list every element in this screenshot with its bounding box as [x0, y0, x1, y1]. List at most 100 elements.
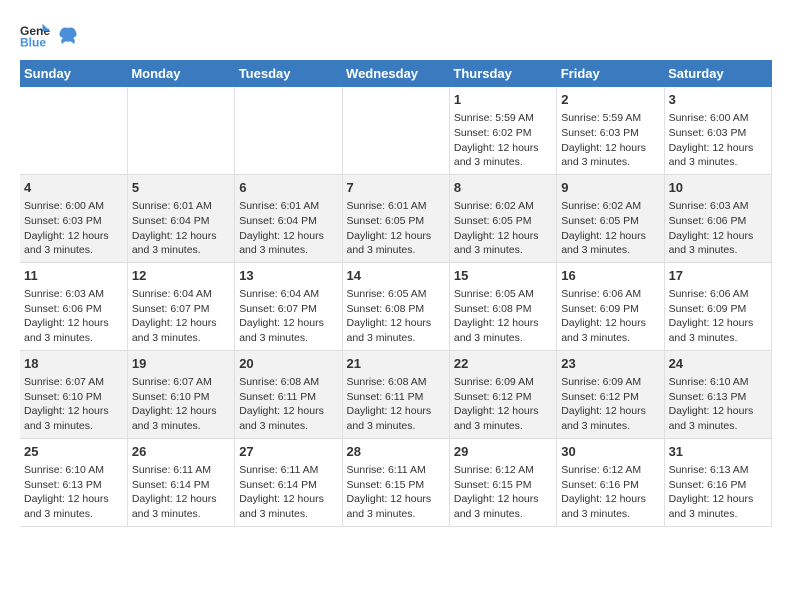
calendar-cell: 4Sunrise: 6:00 AMSunset: 6:03 PMDaylight…	[20, 174, 127, 262]
sunset-text: Sunset: 6:02 PM	[454, 127, 532, 139]
calendar-cell: 21Sunrise: 6:08 AMSunset: 6:11 PMDayligh…	[342, 350, 449, 438]
sunset-text: Sunset: 6:03 PM	[24, 215, 102, 227]
day-number: 10	[669, 179, 767, 197]
day-number: 11	[24, 267, 123, 285]
calendar-cell: 19Sunrise: 6:07 AMSunset: 6:10 PMDayligh…	[127, 350, 234, 438]
calendar-cell: 11 Sunrise: 6:03 AM Sunset: 6:06 PM Dayligh…	[20, 262, 127, 350]
sunset-text: Sunset: 6:05 PM	[454, 215, 532, 227]
sunrise-text: Sunrise: 6:08 AM	[239, 376, 319, 388]
sunset-text: Sunset: 6:13 PM	[24, 479, 102, 491]
sunset-text: Sunset: 6:05 PM	[561, 215, 639, 227]
sunrise-text: Sunrise: 6:03 AM	[669, 200, 749, 212]
day-number: 22	[454, 355, 552, 373]
sunset-text: Sunset: 6:09 PM	[561, 303, 639, 315]
sunrise-text: Sunrise: 6:04 AM	[132, 288, 212, 300]
daylight-text: Daylight: 12 hoursand 3 minutes.	[239, 230, 324, 257]
daylight-text: Daylight: 12 hoursand 3 minutes.	[132, 493, 217, 520]
day-number: 9	[561, 179, 659, 197]
calendar-week-1: 1Sunrise: 5:59 AMSunset: 6:02 PMDaylight…	[20, 87, 772, 174]
column-header-sunday: Sunday	[20, 60, 127, 87]
daylight-text: Daylight: 12 hoursand 3 minutes.	[454, 405, 539, 432]
calendar-cell: 29Sunrise: 6:12 AMSunset: 6:15 PMDayligh…	[449, 438, 556, 526]
calendar-cell: 3Sunrise: 6:00 AMSunset: 6:03 PMDaylight…	[664, 87, 771, 174]
sunset-text: Sunset: 6:16 PM	[561, 479, 639, 491]
calendar-week-4: 18Sunrise: 6:07 AMSunset: 6:10 PMDayligh…	[20, 350, 772, 438]
daylight-text: Daylight: 12 hoursand 3 minutes.	[24, 230, 109, 257]
sunset-text: Sunset: 6:15 PM	[347, 479, 425, 491]
day-number: 17	[669, 267, 767, 285]
day-number: 1	[454, 91, 552, 109]
column-header-thursday: Thursday	[449, 60, 556, 87]
sunrise-text: Sunrise: 6:04 AM	[239, 288, 319, 300]
sunrise-text: Sunrise: 6:11 AM	[132, 464, 211, 476]
day-number: 2	[561, 91, 659, 109]
calendar-cell	[342, 87, 449, 174]
sunrise-text: Sunrise: 6:00 AM	[669, 112, 749, 124]
daylight-text: Daylight: 12 hoursand 3 minutes.	[669, 405, 754, 432]
daylight-text: Daylight: 12 hoursand 3 minutes.	[561, 493, 646, 520]
day-number: 4	[24, 179, 123, 197]
daylight-text: Daylight: 12 hoursand 3 minutes.	[132, 317, 217, 344]
calendar-cell	[127, 87, 234, 174]
sunrise-text: Sunrise: 6:05 AM	[454, 288, 534, 300]
page-header: General Blue	[20, 20, 772, 50]
day-number: 25	[24, 443, 123, 461]
sunrise-text: Sunrise: 6:01 AM	[239, 200, 319, 212]
sunset-text: Sunset: 6:03 PM	[561, 127, 639, 139]
day-number: 16	[561, 267, 659, 285]
sunset-text: Sunset: 6:11 PM	[239, 391, 316, 403]
calendar-cell: 20Sunrise: 6:08 AMSunset: 6:11 PMDayligh…	[235, 350, 342, 438]
sunrise-text: Sunrise: 6:07 AM	[24, 376, 104, 388]
calendar-cell: 6Sunrise: 6:01 AMSunset: 6:04 PMDaylight…	[235, 174, 342, 262]
calendar-week-5: 25Sunrise: 6:10 AMSunset: 6:13 PMDayligh…	[20, 438, 772, 526]
logo: General Blue	[20, 20, 78, 50]
calendar-cell: 8Sunrise: 6:02 AMSunset: 6:05 PMDaylight…	[449, 174, 556, 262]
calendar-week-3: 11 Sunrise: 6:03 AM Sunset: 6:06 PM Dayligh…	[20, 262, 772, 350]
day-number: 26	[132, 443, 230, 461]
sunrise-text: Sunrise: 6:03 AM	[24, 288, 104, 300]
sunrise-text: Sunrise: 6:11 AM	[239, 464, 318, 476]
logo-icon: General Blue	[20, 20, 50, 50]
sunrise-text: Sunrise: 6:05 AM	[347, 288, 427, 300]
sunset-text: Sunset: 6:10 PM	[24, 391, 102, 403]
sunset-text: Sunset: 6:16 PM	[669, 479, 747, 491]
sunrise-text: Sunrise: 6:01 AM	[347, 200, 427, 212]
calendar-cell: 25Sunrise: 6:10 AMSunset: 6:13 PMDayligh…	[20, 438, 127, 526]
calendar-cell: 22Sunrise: 6:09 AMSunset: 6:12 PMDayligh…	[449, 350, 556, 438]
calendar-cell: 24Sunrise: 6:10 AMSunset: 6:13 PMDayligh…	[664, 350, 771, 438]
daylight-text: Daylight: 12 hoursand 3 minutes.	[347, 493, 432, 520]
daylight-text: Daylight: 12 hoursand 3 minutes.	[454, 142, 539, 169]
sunset-text: Sunset: 6:03 PM	[669, 127, 747, 139]
daylight-text: Daylight: 12 hoursand 3 minutes.	[132, 405, 217, 432]
daylight-text: Daylight: 12 hoursand 3 minutes.	[561, 142, 646, 169]
calendar-cell: 5Sunrise: 6:01 AMSunset: 6:04 PMDaylight…	[127, 174, 234, 262]
calendar-cell	[235, 87, 342, 174]
sunrise-text: Sunrise: 6:06 AM	[669, 288, 749, 300]
sunset-text: Sunset: 6:06 PM	[24, 303, 102, 315]
daylight-text: Daylight: 12 hoursand 3 minutes.	[239, 405, 324, 432]
sunset-text: Sunset: 6:12 PM	[561, 391, 639, 403]
calendar-table: SundayMondayTuesdayWednesdayThursdayFrid…	[20, 60, 772, 527]
daylight-text: Daylight: 12 hoursand 3 minutes.	[669, 230, 754, 257]
calendar-cell: 17Sunrise: 6:06 AMSunset: 6:09 PMDayligh…	[664, 262, 771, 350]
sunset-text: Sunset: 6:12 PM	[454, 391, 532, 403]
day-number: 31	[669, 443, 767, 461]
calendar-cell: 14Sunrise: 6:05 AMSunset: 6:08 PMDayligh…	[342, 262, 449, 350]
sunrise-text: Sunrise: 6:12 AM	[561, 464, 641, 476]
calendar-week-2: 4Sunrise: 6:00 AMSunset: 6:03 PMDaylight…	[20, 174, 772, 262]
daylight-text: Daylight: 12 hoursand 3 minutes.	[561, 405, 646, 432]
daylight-text: Daylight: 12 hoursand 3 minutes.	[669, 317, 754, 344]
sunrise-text: Sunrise: 6:08 AM	[347, 376, 427, 388]
calendar-cell	[20, 87, 127, 174]
sunset-text: Sunset: 6:08 PM	[454, 303, 532, 315]
column-header-friday: Friday	[557, 60, 664, 87]
sunset-text: Sunset: 6:11 PM	[347, 391, 424, 403]
day-number: 15	[454, 267, 552, 285]
day-number: 3	[669, 91, 767, 109]
calendar-cell: 1Sunrise: 5:59 AMSunset: 6:02 PMDaylight…	[449, 87, 556, 174]
daylight-text: Daylight: 12 hoursand 3 minutes.	[454, 317, 539, 344]
daylight-text: Daylight: 12 hoursand 3 minutes.	[24, 317, 109, 344]
day-number: 7	[347, 179, 445, 197]
calendar-cell: 26Sunrise: 6:11 AMSunset: 6:14 PMDayligh…	[127, 438, 234, 526]
daylight-text: Daylight: 12 hoursand 3 minutes.	[347, 405, 432, 432]
